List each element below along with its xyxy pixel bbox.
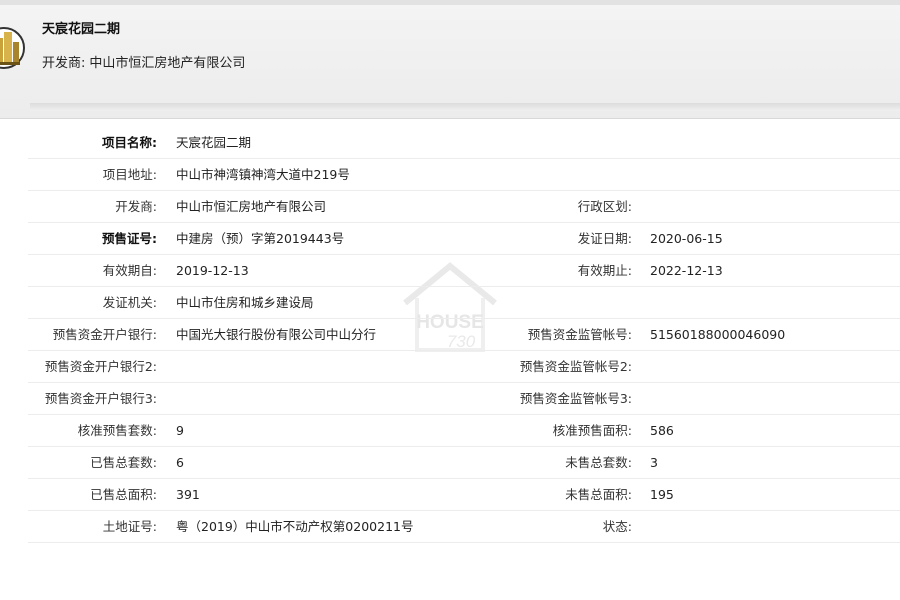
field-label: 预售资金开户银行: xyxy=(52,327,157,342)
field-label: 未售总面积: xyxy=(565,487,632,502)
field-value: 中建房（预）字第2019443号 xyxy=(176,231,345,246)
field-label: 行政区划: xyxy=(577,199,632,214)
field-label: 预售资金监管帐号: xyxy=(527,327,632,342)
field-value: 2020-06-15 xyxy=(650,231,723,246)
field-label: 预售资金开户银行3: xyxy=(44,391,157,406)
field-label: 预售资金开户银行2: xyxy=(44,359,157,374)
field-value: 中国光大银行股份有限公司中山分行 xyxy=(176,327,377,342)
building-logo-icon xyxy=(0,27,25,69)
table-row: 已售总面积: 391 未售总面积: 195 xyxy=(0,479,900,511)
field-label: 有效期止: xyxy=(577,263,632,278)
row-divider xyxy=(28,542,900,543)
table-row: 已售总套数: 6 未售总套数: 3 xyxy=(0,447,900,479)
field-label: 发证日期: xyxy=(577,231,632,246)
field-value: 粤（2019）中山市不动产权第0200211号 xyxy=(176,519,414,534)
field-label: 核准预售套数: xyxy=(77,423,157,438)
field-label: 状态: xyxy=(602,519,632,534)
project-details-table: 项目名称: 天宸花园二期 项目地址: 中山市神湾镇神湾大道中219号 开发商: … xyxy=(0,127,900,543)
table-row: 预售资金开户银行2: 预售资金监管帐号2: xyxy=(0,351,900,383)
field-value: 9 xyxy=(176,423,184,438)
header-top-border xyxy=(0,0,900,5)
field-value: 2019-12-13 xyxy=(176,263,249,278)
field-label: 预售证号: xyxy=(102,231,157,246)
field-value: 586 xyxy=(650,423,674,438)
field-value: 391 xyxy=(176,487,200,502)
field-label xyxy=(440,287,632,319)
header-divider xyxy=(30,103,900,111)
field-label: 土地证号: xyxy=(102,519,157,534)
field-label: 项目地址: xyxy=(102,167,157,182)
table-row: 预售证号: 中建房（预）字第2019443号 发证日期: 2020-06-15 xyxy=(0,223,900,255)
table-row: 预售资金开户银行3: 预售资金监管帐号3: xyxy=(0,383,900,415)
table-row: 土地证号: 粤（2019）中山市不动产权第0200211号 状态: xyxy=(0,511,900,543)
table-row: 发证机关: 中山市住房和城乡建设局 xyxy=(0,287,900,319)
table-row: 项目地址: 中山市神湾镇神湾大道中219号 xyxy=(0,159,900,191)
field-value: 51560188000046090 xyxy=(650,327,786,342)
field-label: 未售总套数: xyxy=(565,455,632,470)
field-label: 核准预售面积: xyxy=(552,423,632,438)
field-value: 中山市恒汇房地产有限公司 xyxy=(176,199,327,214)
field-label: 开发商: xyxy=(115,199,157,214)
field-label: 项目名称: xyxy=(102,135,157,150)
field-value: 3 xyxy=(650,455,658,470)
table-row: 预售资金开户银行: 中国光大银行股份有限公司中山分行 预售资金监管帐号: 515… xyxy=(0,319,900,351)
table-row: 核准预售套数: 9 核准预售面积: 586 xyxy=(0,415,900,447)
table-row: 项目名称: 天宸花园二期 xyxy=(0,127,900,159)
project-title: 天宸花园二期 xyxy=(42,22,121,37)
field-label xyxy=(440,127,632,159)
table-row: 有效期自: 2019-12-13 有效期止: 2022-12-13 xyxy=(0,255,900,287)
field-label: 已售总套数: xyxy=(90,455,157,470)
table-row: 开发商: 中山市恒汇房地产有限公司 行政区划: xyxy=(0,191,900,223)
field-value: 195 xyxy=(650,487,674,502)
field-label: 有效期自: xyxy=(102,263,157,278)
field-label: 预售资金监管帐号3: xyxy=(519,391,632,406)
field-value: 2022-12-13 xyxy=(650,263,723,278)
field-label: 预售资金监管帐号2: xyxy=(519,359,632,374)
field-label: 已售总面积: xyxy=(90,487,157,502)
developer-line: 开发商: 中山市恒汇房地产有限公司 xyxy=(42,52,245,71)
project-header: 天宸花园二期 开发商: 中山市恒汇房地产有限公司 xyxy=(0,0,900,119)
field-label: 发证机关: xyxy=(102,295,157,310)
developer-name: 中山市恒汇房地产有限公司 xyxy=(89,56,246,71)
field-value: 6 xyxy=(176,455,184,470)
field-value: 中山市神湾镇神湾大道中219号 xyxy=(176,167,350,182)
field-value: 中山市住房和城乡建设局 xyxy=(176,295,314,310)
field-label xyxy=(440,159,632,191)
field-value: 天宸花园二期 xyxy=(176,135,252,150)
developer-label: 开发商: xyxy=(42,56,86,71)
